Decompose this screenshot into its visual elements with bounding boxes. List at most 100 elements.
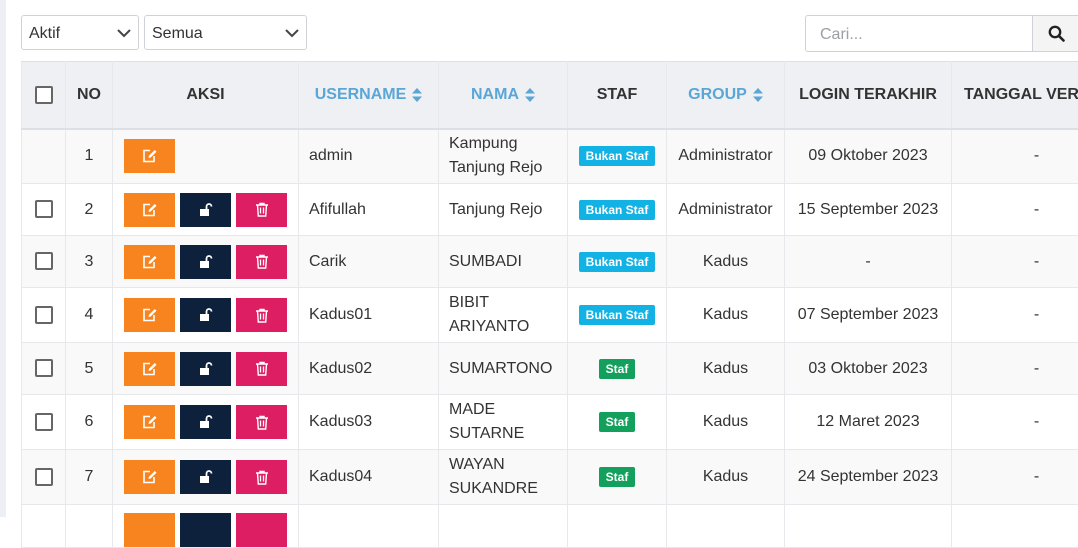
trash-icon xyxy=(255,415,269,430)
delete-button[interactable] xyxy=(236,513,287,547)
status-badge: Bukan Staf xyxy=(579,146,656,166)
row-no: 6 xyxy=(66,395,113,450)
unlock-button[interactable] xyxy=(180,245,231,279)
edit-button[interactable] xyxy=(124,352,175,386)
row-login: 15 September 2023 xyxy=(785,184,952,236)
select-all-checkbox[interactable] xyxy=(35,86,53,104)
row-staf-cell: Bukan Staf xyxy=(568,236,667,288)
row-tanggal: - xyxy=(952,236,1078,288)
row-group: Administrator xyxy=(667,184,785,236)
trash-icon xyxy=(255,470,269,485)
search-button[interactable] xyxy=(1032,15,1078,52)
row-actions xyxy=(113,505,299,548)
table-row: 2 Afifullah Tanjung Rejo Bukan Staf Admi… xyxy=(22,184,1078,236)
edit-button[interactable] xyxy=(124,460,175,494)
status-filter-select[interactable]: Aktif xyxy=(21,15,139,50)
table-row: 4 Kadus01 BIBIT ARIYANTO Bukan Staf Kadu… xyxy=(22,288,1078,343)
row-checkbox-cell xyxy=(22,450,66,505)
row-checkbox-cell xyxy=(22,395,66,450)
header-username[interactable]: USERNAME xyxy=(299,62,439,129)
row-checkbox-cell xyxy=(22,343,66,395)
row-group: Kadus xyxy=(667,450,785,505)
row-no: 7 xyxy=(66,450,113,505)
row-staf-cell: Bukan Staf xyxy=(568,184,667,236)
delete-button[interactable] xyxy=(236,245,287,279)
row-actions xyxy=(113,129,299,184)
row-username: Carik xyxy=(299,236,439,288)
user-table: NO AKSI USERNAME NAMA STAF GROUP LOGIN T… xyxy=(21,61,1078,548)
edit-button[interactable] xyxy=(124,513,175,547)
row-group: Kadus xyxy=(667,288,785,343)
row-username: Kadus02 xyxy=(299,343,439,395)
edit-button[interactable] xyxy=(124,245,175,279)
edit-button[interactable] xyxy=(124,298,175,332)
row-login: 09 Oktober 2023 xyxy=(785,129,952,184)
row-nama xyxy=(439,505,568,548)
row-login: 03 Oktober 2023 xyxy=(785,343,952,395)
edit-icon xyxy=(142,308,158,322)
row-tanggal: - xyxy=(952,395,1078,450)
row-username: Kadus04 xyxy=(299,450,439,505)
status-badge: Bukan Staf xyxy=(579,305,656,325)
unlock-button[interactable] xyxy=(180,352,231,386)
header-no: NO xyxy=(66,62,113,129)
table-row: 7 Kadus04 WAYAN SUKANDRE Staf Kadus 24 S… xyxy=(22,450,1078,505)
row-checkbox[interactable] xyxy=(35,468,53,486)
row-nama: SUMBADI xyxy=(439,236,568,288)
unlock-button[interactable] xyxy=(180,513,231,547)
unlock-button[interactable] xyxy=(180,405,231,439)
unlock-icon xyxy=(198,255,214,269)
row-nama: MADE SUTARNE xyxy=(439,395,568,450)
header-nama-label: NAMA xyxy=(471,86,519,103)
delete-button[interactable] xyxy=(236,193,287,227)
edit-button[interactable] xyxy=(124,139,175,173)
header-login-terakhir: LOGIN TERAKHIR xyxy=(785,62,952,129)
row-checkbox-cell xyxy=(22,129,66,184)
row-staf-cell: Staf xyxy=(568,450,667,505)
edit-icon xyxy=(142,255,158,269)
row-actions xyxy=(113,184,299,236)
row-tanggal: - xyxy=(952,288,1078,343)
row-checkbox[interactable] xyxy=(35,252,53,270)
chevron-down-icon xyxy=(285,28,299,38)
row-username: admin xyxy=(299,129,439,184)
edit-icon xyxy=(142,149,158,163)
header-nama[interactable]: NAMA xyxy=(439,62,568,129)
delete-button[interactable] xyxy=(236,352,287,386)
edit-icon xyxy=(142,415,158,429)
header-group-label: GROUP xyxy=(688,86,747,103)
unlock-button[interactable] xyxy=(180,193,231,227)
row-no: 3 xyxy=(66,236,113,288)
row-checkbox[interactable] xyxy=(35,413,53,431)
unlock-button[interactable] xyxy=(180,298,231,332)
edit-icon xyxy=(142,362,158,376)
row-no: 2 xyxy=(66,184,113,236)
delete-button[interactable] xyxy=(236,460,287,494)
row-group xyxy=(667,505,785,548)
edit-button[interactable] xyxy=(124,193,175,227)
delete-button[interactable] xyxy=(236,405,287,439)
row-checkbox[interactable] xyxy=(35,306,53,324)
delete-button[interactable] xyxy=(236,298,287,332)
trash-icon xyxy=(255,254,269,269)
row-checkbox[interactable] xyxy=(35,200,53,218)
unlock-button[interactable] xyxy=(180,460,231,494)
row-actions xyxy=(113,395,299,450)
trash-icon xyxy=(255,202,269,217)
header-username-label: USERNAME xyxy=(315,86,407,103)
header-group[interactable]: GROUP xyxy=(667,62,785,129)
status-badge: Staf xyxy=(599,412,636,432)
row-checkbox-cell xyxy=(22,288,66,343)
select-all-cell xyxy=(22,62,66,129)
group-filter-select[interactable]: Semua xyxy=(144,15,307,50)
row-checkbox[interactable] xyxy=(35,359,53,377)
edit-button[interactable] xyxy=(124,405,175,439)
search-input[interactable] xyxy=(806,16,1048,53)
status-badge: Staf xyxy=(599,467,636,487)
status-filter-value: Aktif xyxy=(29,25,60,42)
row-nama: SUMARTONO xyxy=(439,343,568,395)
group-filter-value: Semua xyxy=(152,25,203,42)
header-aksi: AKSI xyxy=(113,62,299,129)
table-row: 5 Kadus02 SUMARTONO Staf Kadus 03 Oktobe… xyxy=(22,343,1078,395)
row-username: Kadus01 xyxy=(299,288,439,343)
